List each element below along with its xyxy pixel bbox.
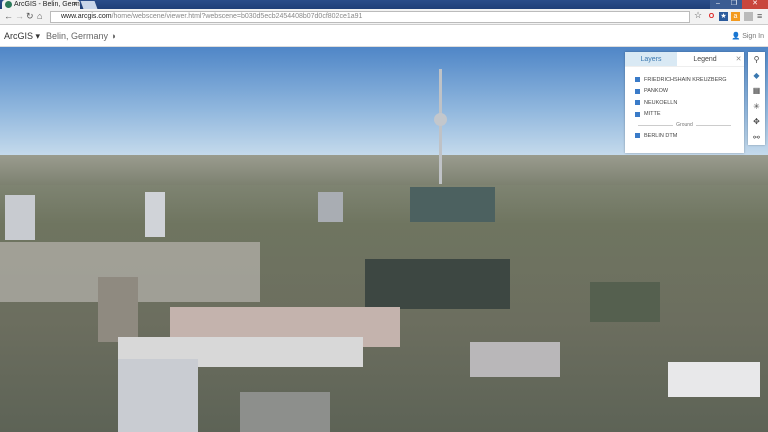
- layer-item[interactable]: PANKOW: [625, 86, 744, 98]
- address-bar[interactable]: www.arcgis.com/home/webscene/viewer.html…: [50, 11, 690, 23]
- layer-item[interactable]: FRIEDRICHSHAIN KREUZBERG: [625, 74, 744, 86]
- layer-label: FRIEDRICHSHAIN KREUZBERG: [644, 76, 727, 83]
- menu-icon[interactable]: ≡: [757, 11, 762, 21]
- maximize-button[interactable]: ❐: [726, 0, 742, 9]
- layer-item[interactable]: MITTE: [625, 109, 744, 121]
- building: [118, 359, 198, 432]
- layers-panel: Layers Legend ✕ FRIEDRICHSHAIN KREUZBERG…: [625, 52, 744, 153]
- building: [240, 392, 330, 432]
- building: [410, 187, 495, 222]
- forward-icon[interactable]: →: [15, 11, 24, 21]
- ground-layer-item[interactable]: BERLIN DTM: [625, 130, 744, 142]
- building: [5, 195, 35, 240]
- checkbox[interactable]: [635, 77, 640, 83]
- skyline: [0, 155, 768, 185]
- app-header: ArcGIS ▾ Belin, Germany ◑ 👤 Sign In: [0, 25, 768, 47]
- arcgis-menu[interactable]: ArcGIS ▾: [4, 31, 40, 42]
- browser-tab[interactable]: ArcGIS - Belin, Germ ×: [2, 0, 80, 9]
- building: [590, 282, 660, 322]
- checkbox[interactable]: [635, 111, 640, 117]
- slides-icon[interactable]: ⚯: [748, 130, 765, 146]
- extension-icon[interactable]: [744, 12, 753, 21]
- brand-label: ArcGIS: [4, 31, 34, 41]
- browser-toolbar: ← → ↻ ⌂ www.arcgis.com/home/webscene/vie…: [0, 9, 768, 25]
- tab-legend[interactable]: Legend: [677, 52, 733, 66]
- reload-icon[interactable]: ↻: [26, 11, 34, 22]
- checkbox[interactable]: [635, 100, 640, 106]
- sign-in-label: Sign In: [742, 33, 764, 40]
- tab-title: ArcGIS - Belin, Germ: [14, 1, 80, 8]
- layer-label: BERLIN DTM: [644, 132, 678, 139]
- scene-toolbar: ⚲ ◆ ▦ ✳ ✥ ⚯: [748, 52, 765, 145]
- layer-label: NEUKOELLN: [644, 99, 678, 106]
- navigate-icon[interactable]: ✥: [748, 114, 765, 130]
- scene-title-text: Belin, Germany: [46, 31, 109, 41]
- building: [470, 342, 560, 377]
- layers-icon[interactable]: ◆: [748, 68, 765, 84]
- home-icon[interactable]: ⌂: [37, 11, 42, 21]
- tv-tower-sphere: [434, 113, 447, 126]
- tab-layers[interactable]: Layers: [625, 52, 677, 66]
- url-path: /home/webscene/viewer.html?webscene=b030…: [111, 13, 363, 20]
- new-tab-button[interactable]: [80, 1, 98, 9]
- close-tab-icon[interactable]: ×: [73, 0, 77, 9]
- close-window-button[interactable]: ✕: [742, 0, 768, 9]
- browser-titlebar: ArcGIS - Belin, Germ × – ❐ ✕: [0, 0, 768, 9]
- close-panel-icon[interactable]: ✕: [733, 52, 744, 66]
- scene-title: Belin, Germany ◑: [46, 31, 116, 41]
- building: [318, 192, 343, 222]
- bookmark-star-icon[interactable]: ☆: [694, 10, 702, 21]
- back-icon[interactable]: ←: [4, 11, 13, 21]
- layer-label: MITTE: [644, 111, 661, 118]
- building: [668, 362, 760, 397]
- ground-separator: Ground: [625, 120, 744, 130]
- checkbox[interactable]: [635, 88, 640, 94]
- building: [98, 277, 138, 342]
- user-icon: 👤: [731, 33, 741, 40]
- url-domain: www.arcgis.com: [61, 13, 112, 20]
- building: [145, 192, 165, 237]
- info-icon[interactable]: ◑: [111, 31, 116, 41]
- layer-item[interactable]: NEUKOELLN: [625, 97, 744, 109]
- tv-tower: [439, 69, 442, 184]
- opera-extension-icon[interactable]: O: [707, 12, 716, 21]
- search-icon[interactable]: ⚲: [748, 52, 765, 68]
- minimize-button[interactable]: –: [710, 0, 726, 9]
- ground-label: Ground: [676, 122, 693, 128]
- amazon-extension-icon[interactable]: a: [731, 12, 740, 21]
- layer-label: PANKOW: [644, 88, 669, 95]
- bookmark-extension-icon[interactable]: ★: [719, 12, 728, 21]
- daylight-icon[interactable]: ✳: [748, 99, 765, 115]
- checkbox[interactable]: [635, 133, 640, 139]
- basemap-icon[interactable]: ▦: [748, 83, 765, 99]
- sign-in-link[interactable]: 👤 Sign In: [732, 32, 764, 40]
- building-block: [365, 259, 510, 309]
- arcgis-favicon-icon: [5, 1, 12, 8]
